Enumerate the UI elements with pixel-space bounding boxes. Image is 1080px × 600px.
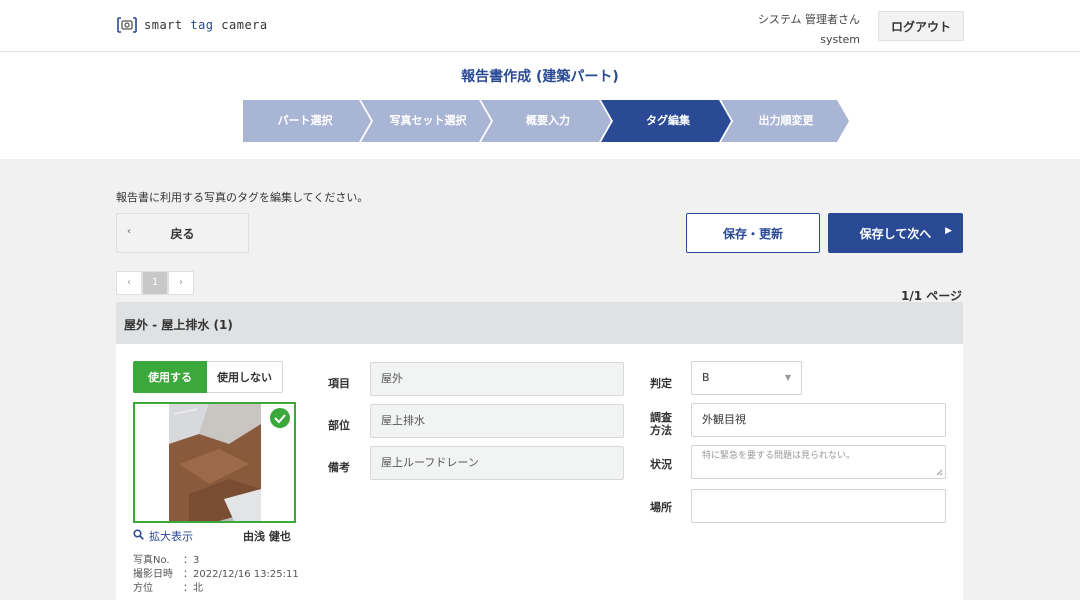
save-and-next-button[interactable]: 保存して次へ ▶	[828, 213, 963, 253]
title-area: 報告書作成 (建築パート) パート選択 写真セット選択 概要入力 タグ編集 出力…	[0, 52, 1080, 159]
app-logo[interactable]: smart tag camera	[116, 16, 268, 34]
place-label: 場所	[650, 501, 672, 514]
save-and-next-label: 保存して次へ	[859, 226, 932, 241]
logo-text-tag: tag	[190, 18, 214, 32]
section-header: 屋外 - 屋上排水 (1)	[116, 302, 963, 344]
judge-select-value: B	[702, 371, 710, 384]
status-placeholder: 特に緊急を要する問題は見られない。	[702, 451, 856, 461]
step-output-order: 出力順変更	[758, 114, 814, 127]
chevron-left-icon: ‹	[127, 226, 132, 237]
logo-text-camera: camera	[221, 18, 268, 32]
method-field[interactable]: 外観目視	[691, 403, 946, 437]
status-textarea[interactable]: 特に緊急を要する問題は見られない。	[691, 445, 946, 479]
judge-label: 判定	[650, 377, 672, 390]
logout-button[interactable]: ログアウト	[878, 11, 964, 41]
place-field[interactable]	[691, 489, 946, 523]
instruction-text: 報告書に利用する写真のタグを編集してください。	[116, 191, 369, 204]
main-content: 報告書に利用する写真のタグを編集してください。 ‹ 戻る 保存・更新 保存して次…	[0, 159, 1080, 600]
step-photo-set-select: 写真セット選択	[389, 114, 467, 127]
note-field[interactable]: 屋上ルーフドレーン	[370, 446, 624, 480]
user-name: システム 管理者さん	[757, 13, 860, 26]
progress-steps: パート選択 写真セット選択 概要入力 タグ編集 出力順変更	[243, 100, 849, 142]
user-id: system	[820, 33, 860, 46]
camera-logo-icon	[116, 16, 138, 34]
meta-key-direction: 方位	[133, 583, 153, 594]
status-label: 状況	[650, 458, 672, 471]
use-toggle: 使用する 使用しない	[133, 361, 283, 393]
item-label: 項目	[328, 377, 350, 390]
chevron-down-icon: ▼	[784, 373, 791, 382]
page-title: 報告書作成 (建築パート)	[461, 69, 619, 85]
meta-value-direction: ：北	[183, 583, 203, 594]
check-circle-icon	[270, 408, 290, 428]
save-update-button[interactable]: 保存・更新	[686, 213, 820, 253]
item-field[interactable]: 屋外	[370, 362, 624, 396]
search-icon	[133, 529, 144, 543]
pagination-page-1[interactable]: 1	[142, 271, 168, 295]
user-info: システム 管理者さん system	[758, 10, 860, 50]
method-label: 調査 方法	[650, 411, 672, 437]
triangle-right-icon: ▶	[945, 226, 952, 236]
logo-text-smart: smart	[144, 18, 183, 32]
part-field[interactable]: 屋上排水	[370, 404, 624, 438]
not-use-button[interactable]: 使用しない	[207, 361, 283, 393]
photo-tag-card: 使用する 使用しない 拡大表示 由浅 健也 写真No. ：3 撮影日時 ：202…	[116, 344, 963, 600]
zoom-label: 拡大表示	[149, 530, 193, 543]
app-header: smart tag camera システム 管理者さん system ログアウト	[0, 0, 1080, 52]
back-button[interactable]: ‹ 戻る	[116, 213, 249, 253]
back-button-label: 戻る	[170, 226, 195, 241]
part-label: 部位	[328, 419, 350, 432]
resize-handle-icon	[936, 469, 943, 476]
judge-select[interactable]: B ▼	[691, 361, 802, 395]
photo-image	[169, 404, 261, 521]
photo-meta: 写真No. ：3 撮影日時 ：2022/12/16 13:25:11 方位 ：北	[133, 554, 299, 596]
use-button[interactable]: 使用する	[133, 361, 207, 393]
method-label-line-1: 調査	[650, 411, 672, 424]
step-overview-input: 概要入力	[526, 114, 570, 127]
note-label: 備考	[328, 461, 350, 474]
step-tag-edit: タグ編集	[646, 114, 690, 127]
method-label-line-2: 方法	[650, 424, 672, 437]
photographer-name: 由浅 健也	[243, 530, 291, 543]
step-part-select: パート選択	[277, 114, 333, 127]
meta-key-photo-no: 写真No.	[133, 555, 170, 566]
meta-value-datetime: ：2022/12/16 13:25:11	[183, 569, 299, 580]
meta-value-photo-no: ：3	[183, 555, 200, 566]
meta-key-datetime: 撮影日時	[133, 569, 173, 580]
section-title: 屋外 - 屋上排水 (1)	[124, 318, 233, 332]
photo-thumbnail[interactable]	[133, 402, 296, 523]
pagination: ‹ 1 ›	[116, 271, 194, 295]
pagination-prev-button[interactable]: ‹	[116, 271, 142, 295]
pagination-next-button[interactable]: ›	[168, 271, 194, 295]
zoom-link[interactable]: 拡大表示	[133, 528, 193, 544]
